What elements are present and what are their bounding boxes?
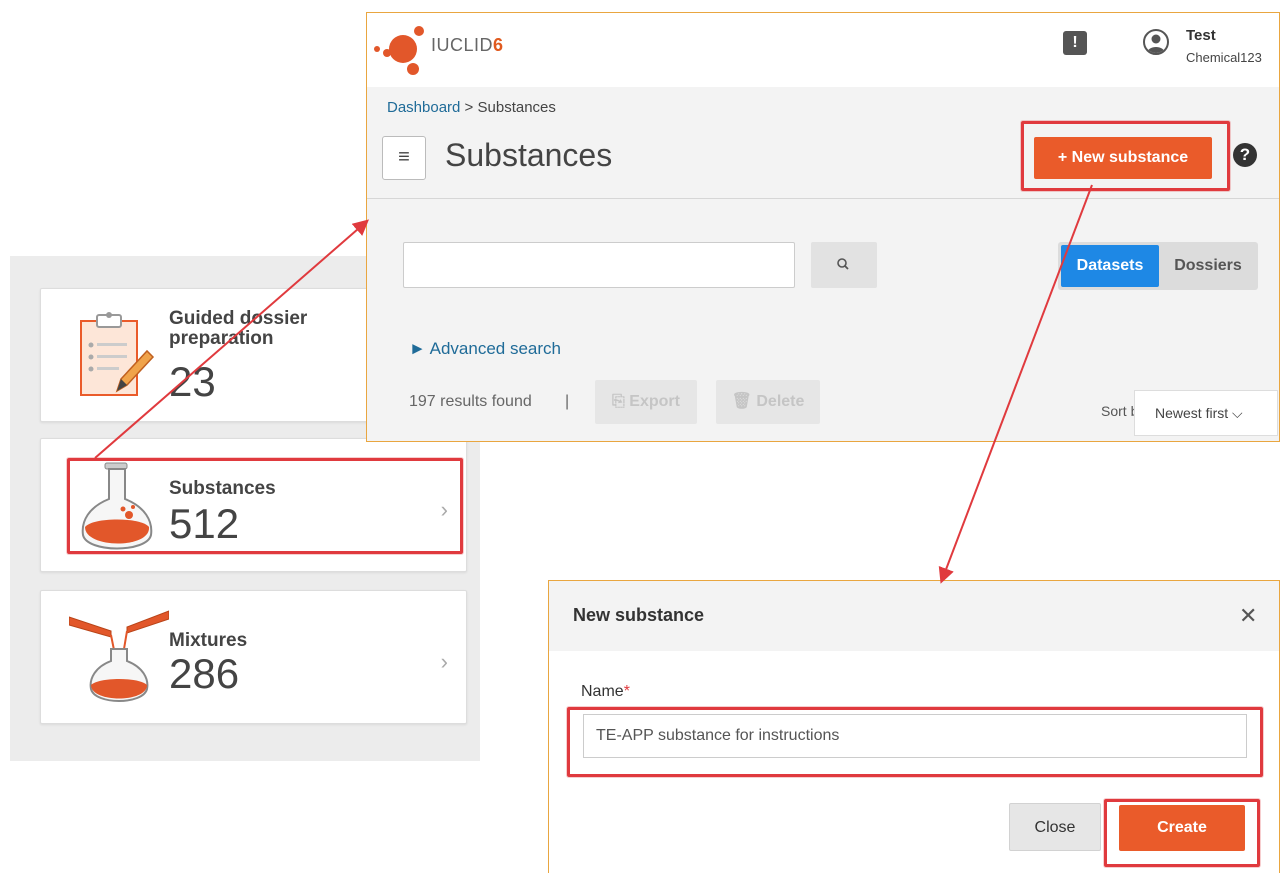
dossiers-tab[interactable]: Dossiers [1160,245,1256,287]
close-button[interactable]: Close [1009,803,1101,851]
search-icon [837,258,849,270]
substances-window: IUCLID6 ! Test Chemical123 Dashboard > S… [366,12,1280,442]
chevron-right-icon: › [440,649,448,674]
header-divider [367,198,1279,199]
help-icon[interactable]: ? [1233,143,1257,167]
sort-select[interactable]: Newest first ⌵ [1134,390,1278,436]
name-field-label: Name* [581,683,630,701]
datasets-tab[interactable]: Datasets [1061,245,1159,287]
feedback-icon[interactable]: ! [1063,31,1087,55]
logo-name: IUCLID [431,35,494,55]
delete-button[interactable]: 🗑 Delete [716,380,820,424]
breadcrumb-dashboard-link[interactable]: Dashboard [387,99,460,116]
required-marker: * [623,683,630,700]
advanced-search-link[interactable]: ► Advanced search [409,339,561,359]
user-avatar-icon[interactable] [1143,29,1169,55]
dialog-title: New substance [573,605,705,625]
app-header: IUCLID6 ! Test Chemical123 [367,13,1279,87]
page-title: Substances [445,137,613,173]
close-icon[interactable]: ✕ [1239,603,1257,629]
logo-version: 6 [493,35,504,55]
dialog-header: New substance ✕ [549,581,1279,651]
user-name: Test [1186,27,1216,44]
user-silhouette-icon [1147,34,1165,53]
clipboard-pencil-icon [80,312,155,396]
card-count: 286 [169,650,240,697]
mixing-flasks-icon [69,610,169,702]
breadcrumb-current: Substances [477,99,556,116]
card-count: 23 [169,358,216,405]
breadcrumb: Dashboard > Substances [387,99,556,116]
name-label-text: Name [581,683,624,700]
menu-toggle-button[interactable]: ≡ [382,136,426,180]
search-input[interactable] [403,242,795,288]
highlight-new-substance-button [1021,121,1230,191]
user-account: Chemical123 [1186,50,1262,65]
highlight-create-button [1104,799,1260,867]
card-title: Guided dossier preparation [169,308,308,349]
search-button[interactable] [811,242,877,288]
highlight-name-input [567,707,1263,777]
results-separator: | [565,393,570,410]
results-count: 197 results found [409,393,532,410]
highlight-substances-card [67,458,463,554]
view-toggle: Datasets Dossiers [1058,242,1258,290]
breadcrumb-separator: > [460,99,478,116]
export-button[interactable]: ⎘ Export [595,380,697,424]
dashboard-card-mixtures[interactable]: Mixtures 286 › [40,590,467,724]
card-title: Mixtures [169,630,248,651]
app-logo-text: IUCLID6 [431,35,504,56]
